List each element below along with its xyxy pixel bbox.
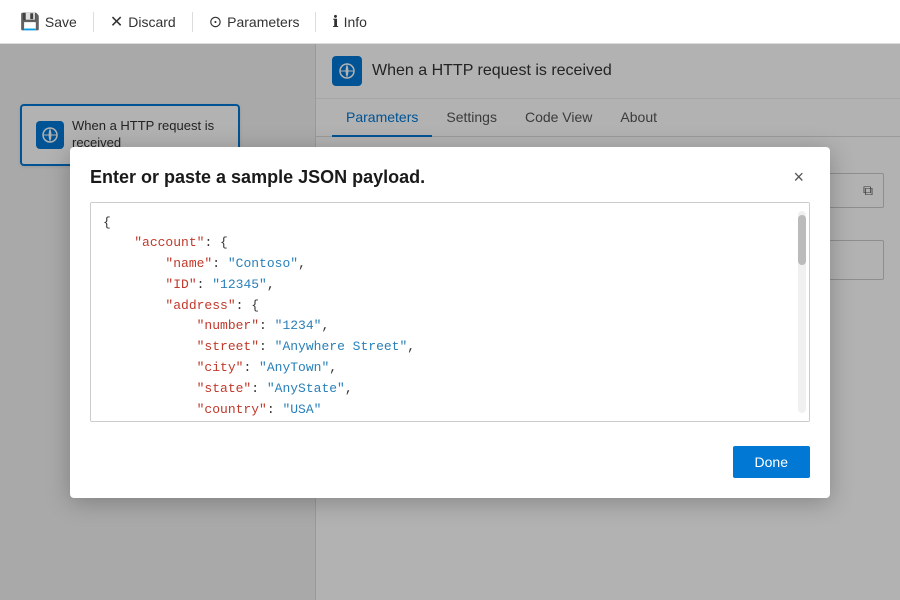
discard-icon: ✕ [110, 12, 123, 32]
json-line: "street": "Anywhere Street", [103, 337, 797, 358]
json-line: "address": { [103, 296, 797, 317]
parameters-icon: ⊙ [209, 12, 222, 32]
json-line: "number": "1234", [103, 316, 797, 337]
modal-footer: Done [70, 438, 830, 498]
separator [192, 12, 193, 32]
json-line: "country": "USA" [103, 400, 797, 421]
modal-close-button[interactable]: × [787, 165, 810, 190]
discard-button[interactable]: ✕ Discard [102, 8, 184, 36]
separator [315, 12, 316, 32]
json-line: "name": "Contoso", [103, 254, 797, 275]
save-icon: 💾 [20, 12, 40, 32]
json-line: "city": "AnyTown", [103, 358, 797, 379]
json-line: "ID": "12345", [103, 275, 797, 296]
separator [93, 12, 94, 32]
json-editor[interactable]: { "account": { "name": "Contoso", "ID": … [90, 202, 810, 422]
parameters-button[interactable]: ⊙ Parameters [201, 8, 308, 36]
save-button[interactable]: 💾 Save [12, 8, 85, 36]
json-line: { [103, 213, 797, 234]
info-icon: ℹ [332, 12, 338, 32]
toolbar: 💾 Save ✕ Discard ⊙ Parameters ℹ Info [0, 0, 900, 44]
done-button[interactable]: Done [733, 446, 810, 478]
json-line: "account": { [103, 233, 797, 254]
info-button[interactable]: ℹ Info [324, 8, 374, 36]
editor-scrollbar[interactable] [798, 211, 806, 413]
main-area: When a HTTP request is received + » When… [0, 44, 900, 600]
modal-body: { "account": { "name": "Contoso", "ID": … [70, 202, 830, 438]
editor-scrollbar-thumb [798, 215, 806, 265]
modal-header: Enter or paste a sample JSON payload. × [70, 147, 830, 202]
json-payload-modal: Enter or paste a sample JSON payload. × … [70, 147, 830, 498]
modal-title: Enter or paste a sample JSON payload. [90, 167, 425, 188]
modal-overlay: Enter or paste a sample JSON payload. × … [0, 44, 900, 600]
json-line: "state": "AnyState", [103, 379, 797, 400]
close-icon: × [793, 167, 804, 187]
